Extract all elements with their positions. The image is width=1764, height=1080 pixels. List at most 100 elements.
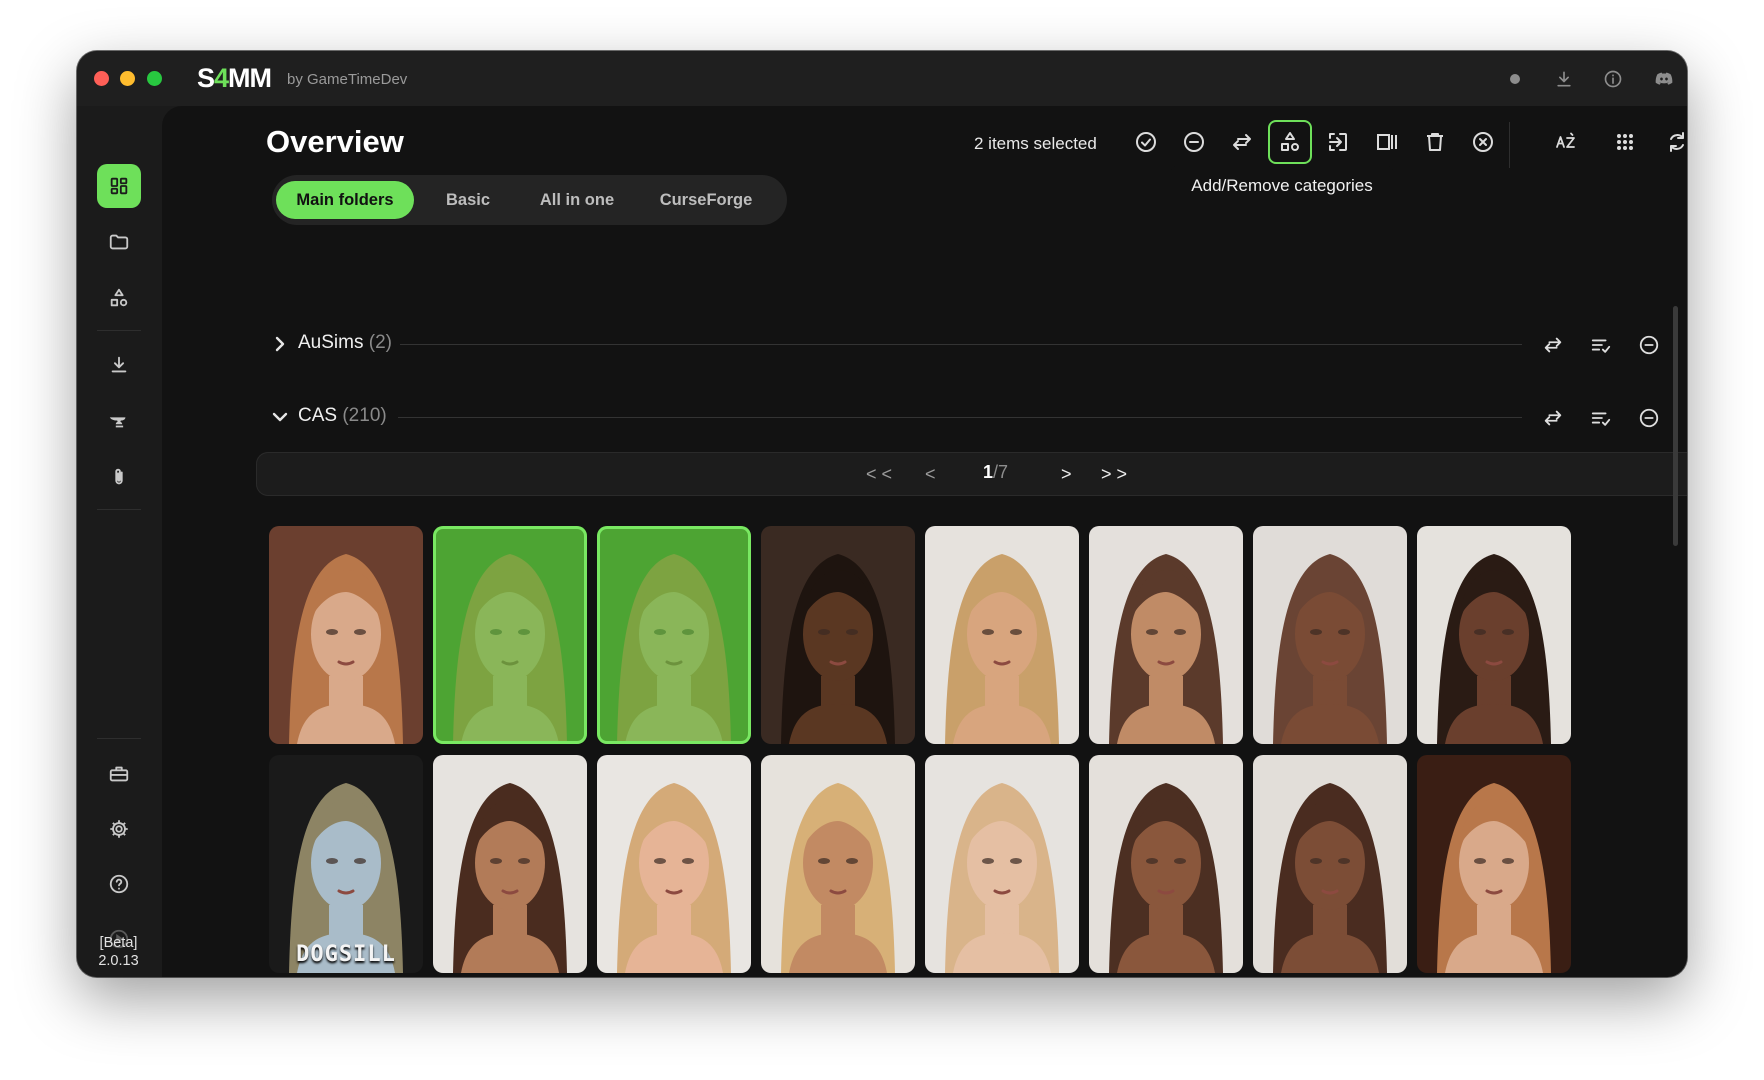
version-label: [Beta] 2.0.13: [77, 934, 160, 970]
prev-page-button[interactable]: <: [925, 462, 936, 486]
minimize-window-button[interactable]: [120, 71, 135, 86]
tab-basic[interactable]: Basic: [418, 181, 518, 219]
selection-count: 2 items selected: [974, 134, 1097, 153]
scrollbar[interactable]: [1673, 306, 1678, 546]
item-thumbnail[interactable]: [1417, 755, 1571, 973]
group-title: AuSims (2): [298, 332, 392, 354]
group-row-cas[interactable]: CAS (210): [270, 397, 1670, 437]
add-remove-categories-button[interactable]: [1268, 120, 1312, 164]
folder-tabs: Main folders Basic All in one CurseForge: [272, 175, 787, 225]
item-thumbnail[interactable]: [1089, 755, 1243, 973]
item-thumbnail[interactable]: [925, 755, 1079, 973]
item-thumbnail[interactable]: [597, 755, 751, 973]
thumbnail-image: [761, 755, 915, 973]
folder-icon: [109, 234, 129, 250]
brand-prefix: S: [197, 63, 215, 93]
minus-circle-icon: [1184, 132, 1204, 152]
chevron-down-icon[interactable]: [270, 407, 290, 427]
item-thumbnail[interactable]: DOGSILL: [269, 755, 423, 973]
thumbnail-watermark: DOGSILL: [296, 942, 396, 967]
columns-icon: [1377, 134, 1397, 150]
dashboard-icon: [110, 177, 128, 195]
swap-button[interactable]: [1220, 120, 1264, 164]
paperclip-icon: [115, 468, 123, 485]
page-title: Overview: [266, 124, 404, 159]
info-icon[interactable]: [1599, 65, 1627, 93]
thumbnail-image: [1417, 755, 1571, 973]
item-thumbnail[interactable]: [1089, 526, 1243, 744]
select-all-button[interactable]: [1124, 120, 1168, 164]
sidebar: [Beta] 2.0.13: [77, 106, 160, 977]
download-icon[interactable]: [1550, 65, 1578, 93]
main-panel: Overview 2 items selected Add/Remove cat…: [162, 106, 1687, 977]
title-bar: S4MM by GameTimeDev: [77, 51, 1687, 106]
thumbnail-image: [761, 526, 915, 744]
move-into-button[interactable]: [1316, 120, 1360, 164]
brand-four: 4: [214, 63, 229, 93]
tab-all-in-one[interactable]: All in one: [522, 181, 632, 219]
total-pages: /7: [993, 462, 1009, 482]
refresh-button[interactable]: [1655, 120, 1687, 164]
tab-curseforge[interactable]: CurseForge: [636, 181, 776, 219]
item-thumbnail[interactable]: [269, 526, 423, 744]
last-page-button[interactable]: > >: [1101, 462, 1127, 486]
thumbnail-image: [1253, 755, 1407, 973]
zoom-window-button[interactable]: [147, 71, 162, 86]
sidebar-item-attachments[interactable]: [97, 455, 141, 499]
group-list-check-icon[interactable]: [1588, 332, 1614, 358]
group-list-check-icon[interactable]: [1588, 405, 1614, 431]
sidebar-item-help[interactable]: [97, 862, 141, 906]
thumbnail-image: [433, 526, 587, 744]
item-thumbnail[interactable]: [433, 526, 587, 744]
group-deselect-icon[interactable]: [1636, 332, 1662, 358]
sidebar-divider: [97, 509, 141, 510]
group-deselect-icon[interactable]: [1636, 405, 1662, 431]
sidebar-item-folders[interactable]: [97, 220, 141, 264]
item-thumbnail[interactable]: [1253, 755, 1407, 973]
anvil-icon: [109, 417, 126, 428]
sidebar-item-overview[interactable]: [97, 164, 141, 208]
group-swap-icon[interactable]: [1540, 332, 1566, 358]
tooltip: Add/Remove categories: [1171, 166, 1393, 206]
group-swap-icon[interactable]: [1540, 405, 1566, 431]
sort-button[interactable]: [1544, 120, 1588, 164]
close-selection-button[interactable]: [1461, 120, 1505, 164]
group-divider: [398, 417, 1522, 418]
sidebar-item-toolbox[interactable]: [97, 752, 141, 796]
group-row-ausims[interactable]: AuSims (2): [270, 324, 1670, 364]
item-thumbnail[interactable]: [433, 755, 587, 973]
item-thumbnail[interactable]: [925, 526, 1079, 744]
item-thumbnail[interactable]: [1417, 526, 1571, 744]
x-circle-icon: [1473, 132, 1493, 152]
group-divider: [400, 344, 1522, 345]
item-thumbnail[interactable]: [761, 755, 915, 973]
group-select-icon[interactable]: [1684, 332, 1687, 358]
chevron-right-icon[interactable]: [270, 334, 290, 354]
status-dot-icon[interactable]: [1501, 65, 1529, 93]
by-line: by GameTimeDev: [287, 71, 408, 88]
item-thumbnail[interactable]: [761, 526, 915, 744]
thumbnail-image: [269, 755, 423, 973]
sidebar-item-tools[interactable]: [97, 399, 141, 443]
next-page-button[interactable]: >: [1061, 462, 1072, 486]
thumbnail-image: [597, 755, 751, 973]
grid-view-button[interactable]: [1603, 120, 1647, 164]
sidebar-item-downloads[interactable]: [97, 343, 141, 387]
tab-main-folders[interactable]: Main folders: [276, 181, 414, 219]
help-icon: [109, 874, 129, 894]
close-window-button[interactable]: [94, 71, 109, 86]
toolbar-divider: [1509, 122, 1510, 168]
deselect-button[interactable]: [1172, 120, 1216, 164]
item-thumbnail[interactable]: [597, 526, 751, 744]
group-select-icon[interactable]: [1684, 405, 1687, 431]
sidebar-item-categories[interactable]: [97, 276, 141, 320]
columns-button[interactable]: [1365, 120, 1409, 164]
sidebar-item-settings[interactable]: [97, 807, 141, 851]
discord-icon[interactable]: [1650, 65, 1678, 93]
sidebar-divider: [97, 330, 141, 331]
first-page-button[interactable]: < <: [866, 462, 892, 486]
delete-button[interactable]: [1413, 120, 1457, 164]
sidebar-divider: [97, 738, 141, 739]
brand-suffix: MM: [228, 63, 272, 93]
item-thumbnail[interactable]: [1253, 526, 1407, 744]
